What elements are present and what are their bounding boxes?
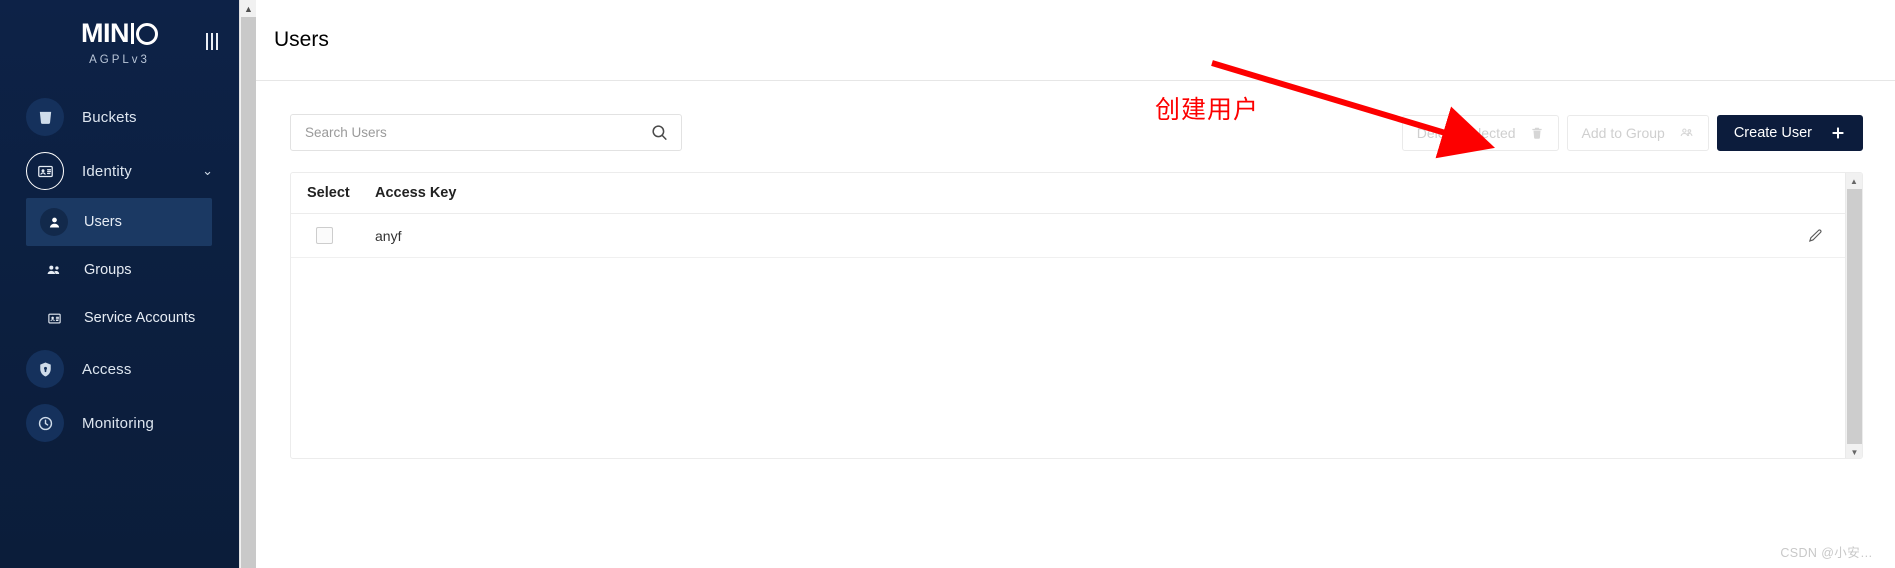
- delete-selected-button[interactable]: Delete Selected: [1401, 114, 1559, 151]
- sidebar-item-monitoring[interactable]: Monitoring: [0, 396, 239, 450]
- identity-submenu: Users Groups Service Accounts: [0, 198, 239, 342]
- table-scrollbar-thumb[interactable]: [1847, 189, 1862, 444]
- logo-bar-icon: [131, 23, 134, 44]
- sidebar-item-buckets[interactable]: Buckets: [0, 90, 239, 144]
- logo-subtitle: AGPLv3: [89, 54, 150, 66]
- table-scroll-up-icon[interactable]: ▲: [1846, 173, 1862, 189]
- chevron-down-icon[interactable]: ⌄: [202, 163, 213, 179]
- search-input[interactable]: [305, 125, 650, 140]
- sidebar-item-identity[interactable]: Identity ⌄: [0, 144, 239, 198]
- sidebar-item-users[interactable]: Users: [26, 198, 212, 246]
- row-checkbox[interactable]: [316, 227, 333, 244]
- logo-text-min: MIN: [81, 18, 130, 48]
- column-header-select: Select: [307, 185, 350, 201]
- sidebar-item-label: Users: [84, 214, 122, 230]
- groups-icon: [40, 256, 68, 284]
- sidebar-collapse-icon[interactable]: [201, 30, 223, 52]
- minio-console: MIN AGPLv3 Buckets Identity ⌄ Users Grou…: [0, 0, 1895, 568]
- sidebar-item-groups[interactable]: Groups: [0, 246, 239, 294]
- service-account-icon: [40, 304, 68, 332]
- create-user-label: Create User: [1733, 124, 1812, 141]
- csdn-watermark: CSDN @小安…: [1780, 546, 1873, 560]
- logo-circle-icon: [136, 22, 158, 45]
- collapse-bar-2: [210, 32, 214, 50]
- monitoring-icon: [26, 404, 64, 442]
- page-scrollbar-thumb[interactable]: [241, 17, 256, 568]
- sidebar-item-label: Groups: [84, 262, 132, 278]
- create-user-button[interactable]: Create User: [1716, 114, 1863, 151]
- page-scrollbar[interactable]: ▲: [239, 0, 257, 568]
- collapse-bar-3: [215, 32, 219, 50]
- sidebar-item-access[interactable]: Access: [0, 342, 239, 396]
- table-scroll-down-icon[interactable]: ▼: [1846, 444, 1862, 458]
- users-table: Select Access Key anyf ▲ ▼: [290, 172, 1863, 459]
- sidebar: MIN AGPLv3 Buckets Identity ⌄ Users Grou…: [0, 0, 239, 568]
- column-header-access-key: Access Key: [375, 185, 457, 201]
- users-toolbar: Delete Selected Add to Group: [290, 114, 1863, 151]
- table-row[interactable]: anyf: [291, 214, 1862, 258]
- users-panel: Delete Selected Add to Group: [256, 81, 1895, 459]
- page-title: Users: [274, 28, 329, 51]
- user-icon: [40, 208, 68, 236]
- add-to-group-label: Add to Group: [1581, 124, 1665, 141]
- page-header: Users: [256, 0, 1895, 81]
- sidebar-item-label: Buckets: [82, 108, 137, 126]
- groups-icon: [1679, 125, 1694, 140]
- sidebar-item-service-accounts[interactable]: Service Accounts: [0, 294, 239, 342]
- row-select-cell: [307, 227, 363, 244]
- sidebar-item-label: Identity: [82, 162, 132, 180]
- toolbar-actions: Delete Selected Add to Group Create User: [1401, 114, 1863, 151]
- table-header-row: Select Access Key: [291, 173, 1862, 214]
- sidebar-item-label: Service Accounts: [84, 310, 196, 326]
- trash-icon: [1530, 126, 1544, 140]
- sidebar-item-label: Monitoring: [82, 414, 155, 432]
- add-to-group-button[interactable]: Add to Group: [1566, 114, 1709, 151]
- identity-card-icon: [26, 152, 64, 190]
- scroll-up-arrow-icon[interactable]: ▲: [240, 0, 257, 17]
- sidebar-nav: Buckets Identity ⌄ Users Groups Service …: [0, 90, 239, 450]
- row-access-key: anyf: [375, 227, 402, 244]
- search-users-box[interactable]: [290, 114, 682, 151]
- sidebar-item-label: Access: [82, 360, 132, 378]
- search-icon[interactable]: [650, 123, 669, 142]
- plus-icon: [1830, 125, 1846, 141]
- bucket-icon: [26, 98, 64, 136]
- main-content: Users Delete Selected: [256, 0, 1895, 568]
- table-scrollbar[interactable]: ▲ ▼: [1845, 173, 1862, 458]
- pencil-icon[interactable]: [1807, 227, 1824, 244]
- delete-selected-label: Delete Selected: [1416, 124, 1516, 141]
- logo-wordmark: MIN: [81, 20, 158, 47]
- shield-lock-icon: [26, 350, 64, 388]
- collapse-bar-1: [205, 32, 209, 50]
